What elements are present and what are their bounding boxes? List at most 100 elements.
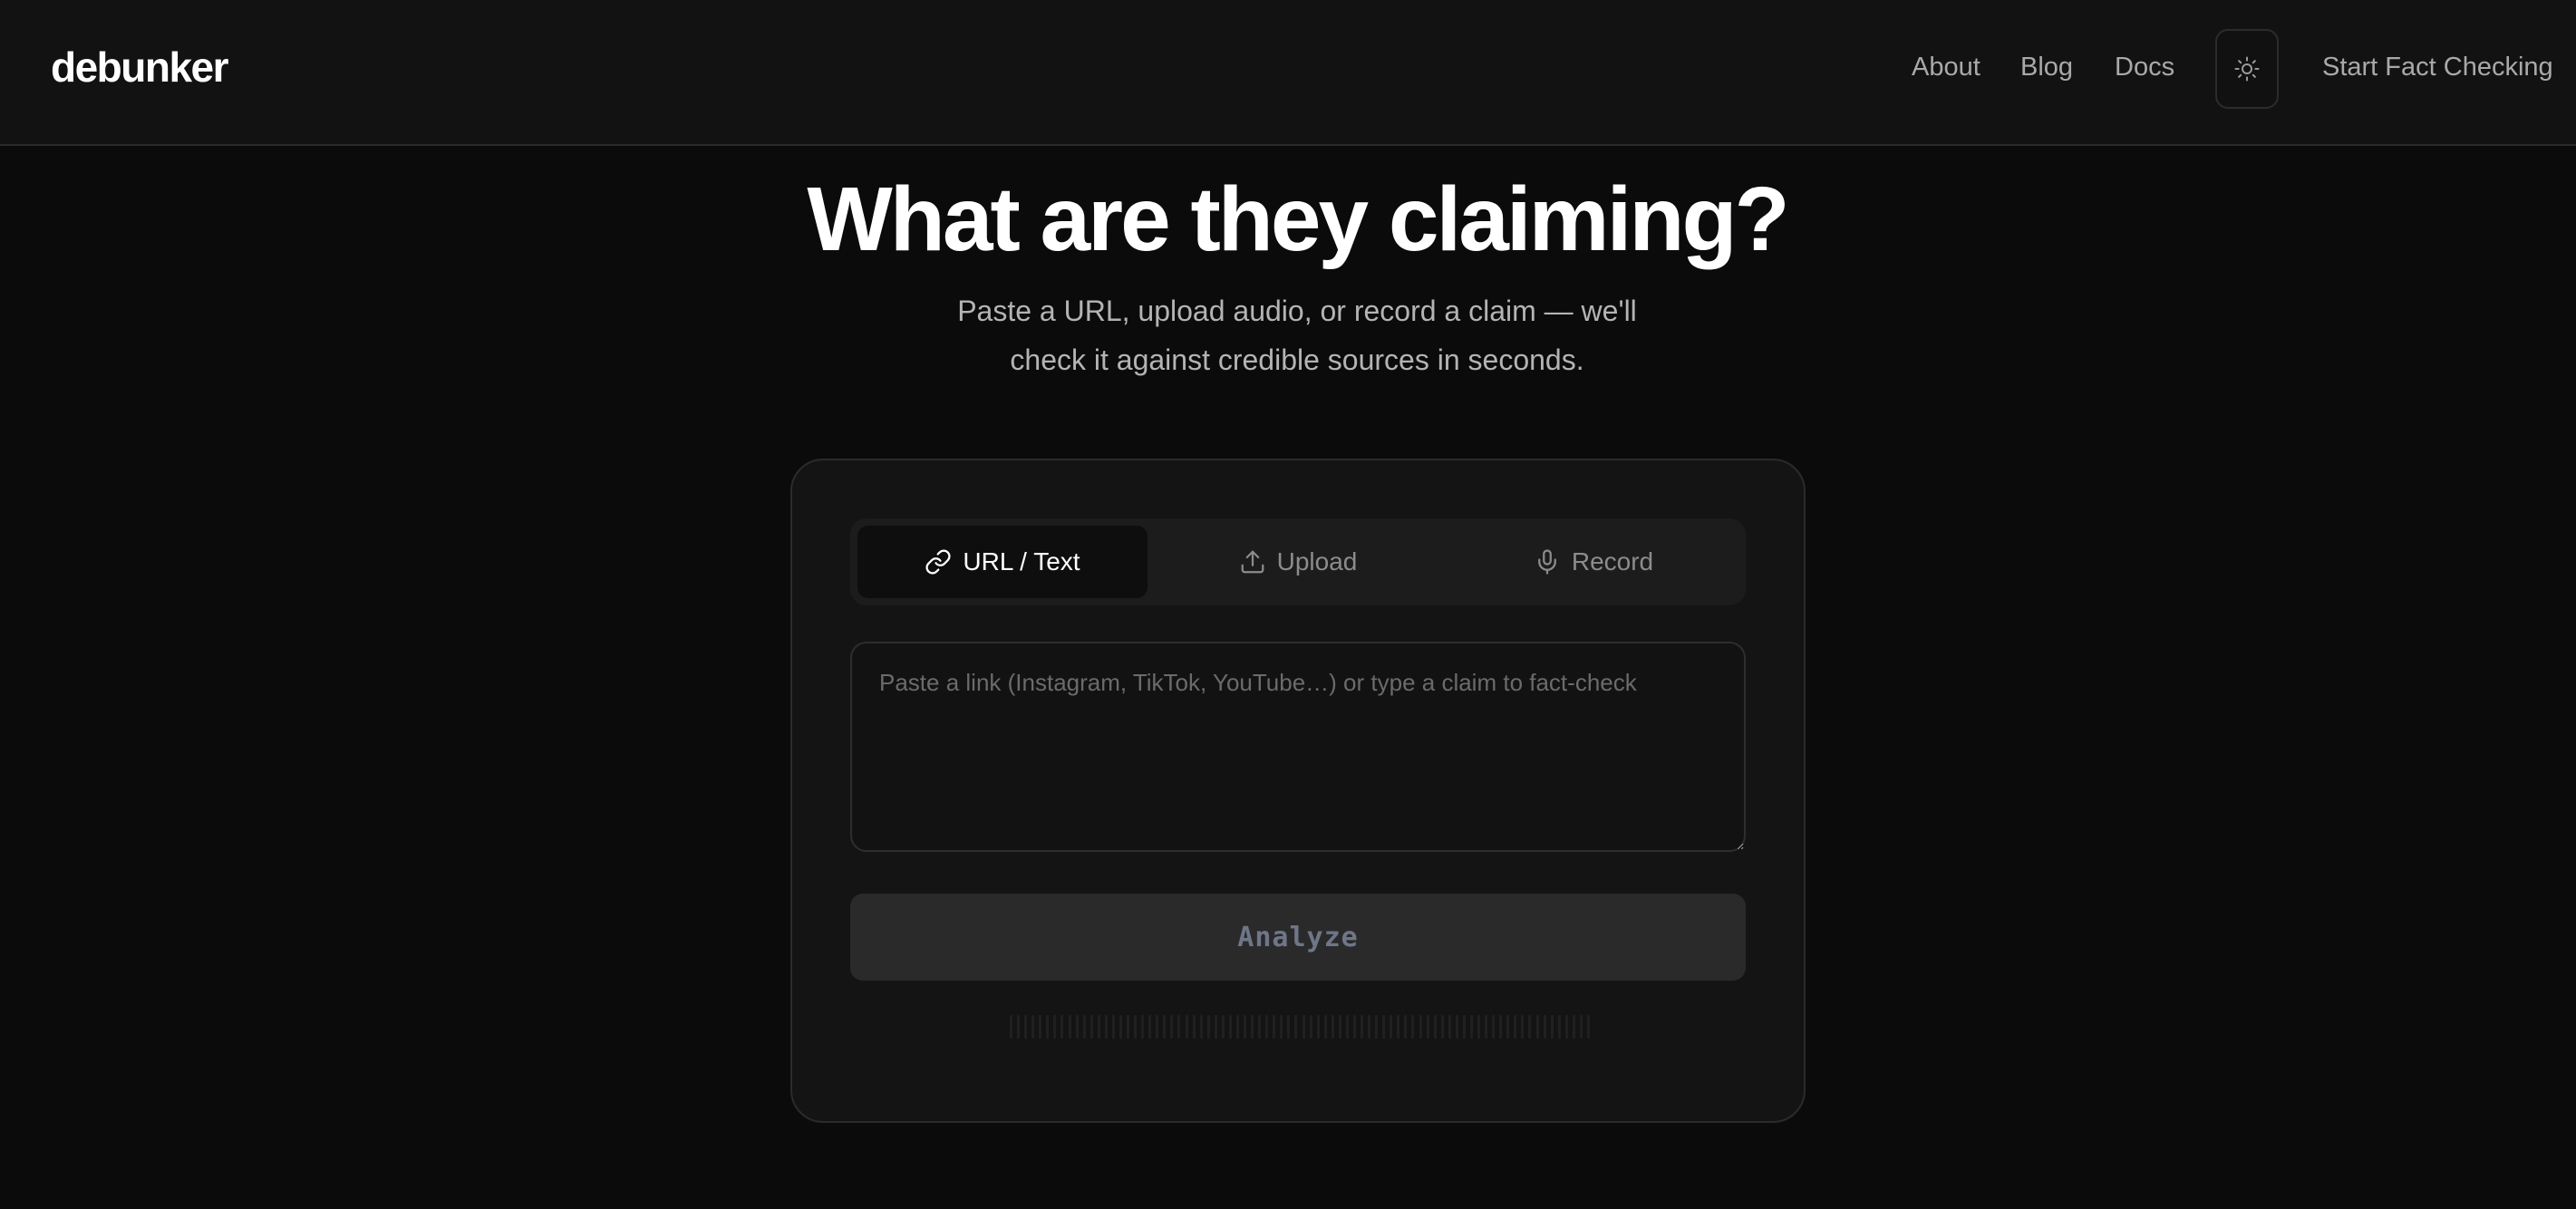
waveform-bar [1287, 1015, 1291, 1039]
analyze-button[interactable]: Analyze [850, 894, 1746, 981]
waveform-bar [1521, 1015, 1525, 1039]
waveform-bar [1550, 1015, 1554, 1039]
waveform-bar [1104, 1015, 1108, 1039]
waveform-bar [1148, 1015, 1152, 1039]
waveform-bar [1390, 1015, 1393, 1039]
waveform-bar [1046, 1015, 1050, 1039]
waveform-bar [1294, 1015, 1298, 1039]
waveform-bar [1068, 1015, 1071, 1039]
waveform-bar [1017, 1015, 1021, 1039]
waveform-bar [1492, 1015, 1496, 1039]
waveform-bar [1382, 1015, 1386, 1039]
waveform-bar [1258, 1015, 1262, 1039]
waveform-bar [1119, 1015, 1122, 1039]
waveform-bar [1557, 1015, 1561, 1039]
waveform-bar [1455, 1015, 1458, 1039]
nav-about-link[interactable]: About [1912, 51, 1980, 83]
waveform-bar [1244, 1015, 1246, 1039]
nav-blog-link[interactable]: Blog [2020, 51, 2073, 83]
waveform-bar [1177, 1015, 1181, 1039]
waveform-bar [1273, 1015, 1276, 1039]
tab-record[interactable]: Record [1448, 526, 1738, 598]
subtitle-line-1: Paste a URL, upload audio, or record a c… [957, 295, 1637, 327]
nav-docs-link[interactable]: Docs [2115, 51, 2174, 83]
waveform-bar [1134, 1015, 1138, 1039]
waveform-bar [1338, 1015, 1341, 1039]
theme-toggle-button[interactable] [2215, 29, 2279, 109]
waveform-bar [1397, 1015, 1400, 1039]
tab-url-text[interactable]: URL / Text [857, 526, 1148, 598]
waveform-bar [1053, 1015, 1057, 1039]
waveform-bar [1316, 1015, 1320, 1039]
waveform-bar [1564, 1015, 1568, 1039]
input-mode-tabs: URL / Text Upload Record [850, 518, 1746, 605]
page-subtitle: Paste a URL, upload audio, or record a c… [935, 286, 1660, 384]
waveform-bar [1331, 1015, 1334, 1039]
waveform-bar [1170, 1015, 1174, 1039]
waveform-bar [1499, 1015, 1503, 1039]
waveform-bar [1039, 1015, 1042, 1039]
tab-upload-label: Upload [1276, 547, 1358, 575]
waveform-bar [1514, 1015, 1517, 1039]
waveform-bar [1228, 1015, 1232, 1039]
waveform-bar [1031, 1015, 1035, 1039]
waveform-bar [1411, 1015, 1415, 1039]
waveform-bar [1528, 1015, 1532, 1039]
waveform-bar [1469, 1015, 1473, 1039]
link-icon [925, 548, 952, 575]
waveform-bar [1141, 1015, 1145, 1039]
microphone-icon [1534, 548, 1561, 575]
waveform-bar [1163, 1015, 1167, 1039]
waveform-bar [1097, 1015, 1100, 1039]
waveform-bar [1543, 1015, 1546, 1039]
waveform-bar [1302, 1015, 1305, 1039]
audio-waveform [1010, 1011, 1590, 1042]
waveform-bar [1235, 1015, 1239, 1039]
start-fact-checking-link[interactable]: Start Fact Checking [2322, 51, 2553, 83]
waveform-bar [1089, 1015, 1093, 1039]
waveform-bar [1265, 1015, 1269, 1039]
waveform-bar [1010, 1015, 1012, 1039]
waveform-bar [1185, 1015, 1188, 1039]
waveform-bar [1214, 1015, 1217, 1039]
claim-input[interactable] [850, 642, 1746, 852]
upload-icon [1239, 548, 1266, 575]
waveform-bar [1485, 1015, 1488, 1039]
waveform-bar [1419, 1015, 1422, 1039]
page-title: What are they claiming? [807, 169, 1789, 270]
tab-record-label: Record [1571, 547, 1654, 575]
waveform-bar [1404, 1015, 1408, 1039]
waveform-bar [1535, 1015, 1539, 1039]
waveform-bar [1192, 1015, 1196, 1039]
waveform-bar [1280, 1015, 1283, 1039]
waveform-bar [1586, 1015, 1590, 1039]
waveform-bar [1221, 1015, 1225, 1039]
waveform-bar [1361, 1015, 1363, 1039]
waveform-bar [1206, 1015, 1210, 1039]
waveform-bar [1433, 1015, 1437, 1039]
waveform-bar [1075, 1015, 1079, 1039]
tab-upload[interactable]: Upload [1153, 526, 1443, 598]
waveform-bar [1111, 1015, 1115, 1039]
waveform-bar [1199, 1015, 1203, 1039]
waveform-bar [1440, 1015, 1444, 1039]
waveform-bar [1375, 1015, 1379, 1039]
logo[interactable]: debunker [51, 42, 229, 92]
waveform-bar [1477, 1015, 1480, 1039]
waveform-bar [1462, 1015, 1466, 1039]
waveform-bar [1506, 1015, 1510, 1039]
top-nav-bar: debunker About Blog Docs Start Fact Chec… [0, 0, 2576, 146]
waveform-bar [1309, 1015, 1312, 1039]
waveform-bar [1426, 1015, 1429, 1039]
waveform-bar [1060, 1015, 1064, 1039]
waveform-bar [1251, 1015, 1254, 1039]
waveform-bar [1082, 1015, 1086, 1039]
sun-icon [2234, 56, 2260, 82]
waveform-bar [1368, 1015, 1371, 1039]
fact-check-card: URL / Text Upload Record Paste a link (I… [790, 459, 1806, 1123]
waveform-bar [1448, 1015, 1451, 1039]
waveform-bar [1127, 1015, 1129, 1039]
tab-url-text-label: URL / Text [963, 547, 1080, 575]
subtitle-line-2: check it against credible sources in sec… [1010, 343, 1584, 376]
waveform-bar [1345, 1015, 1349, 1039]
